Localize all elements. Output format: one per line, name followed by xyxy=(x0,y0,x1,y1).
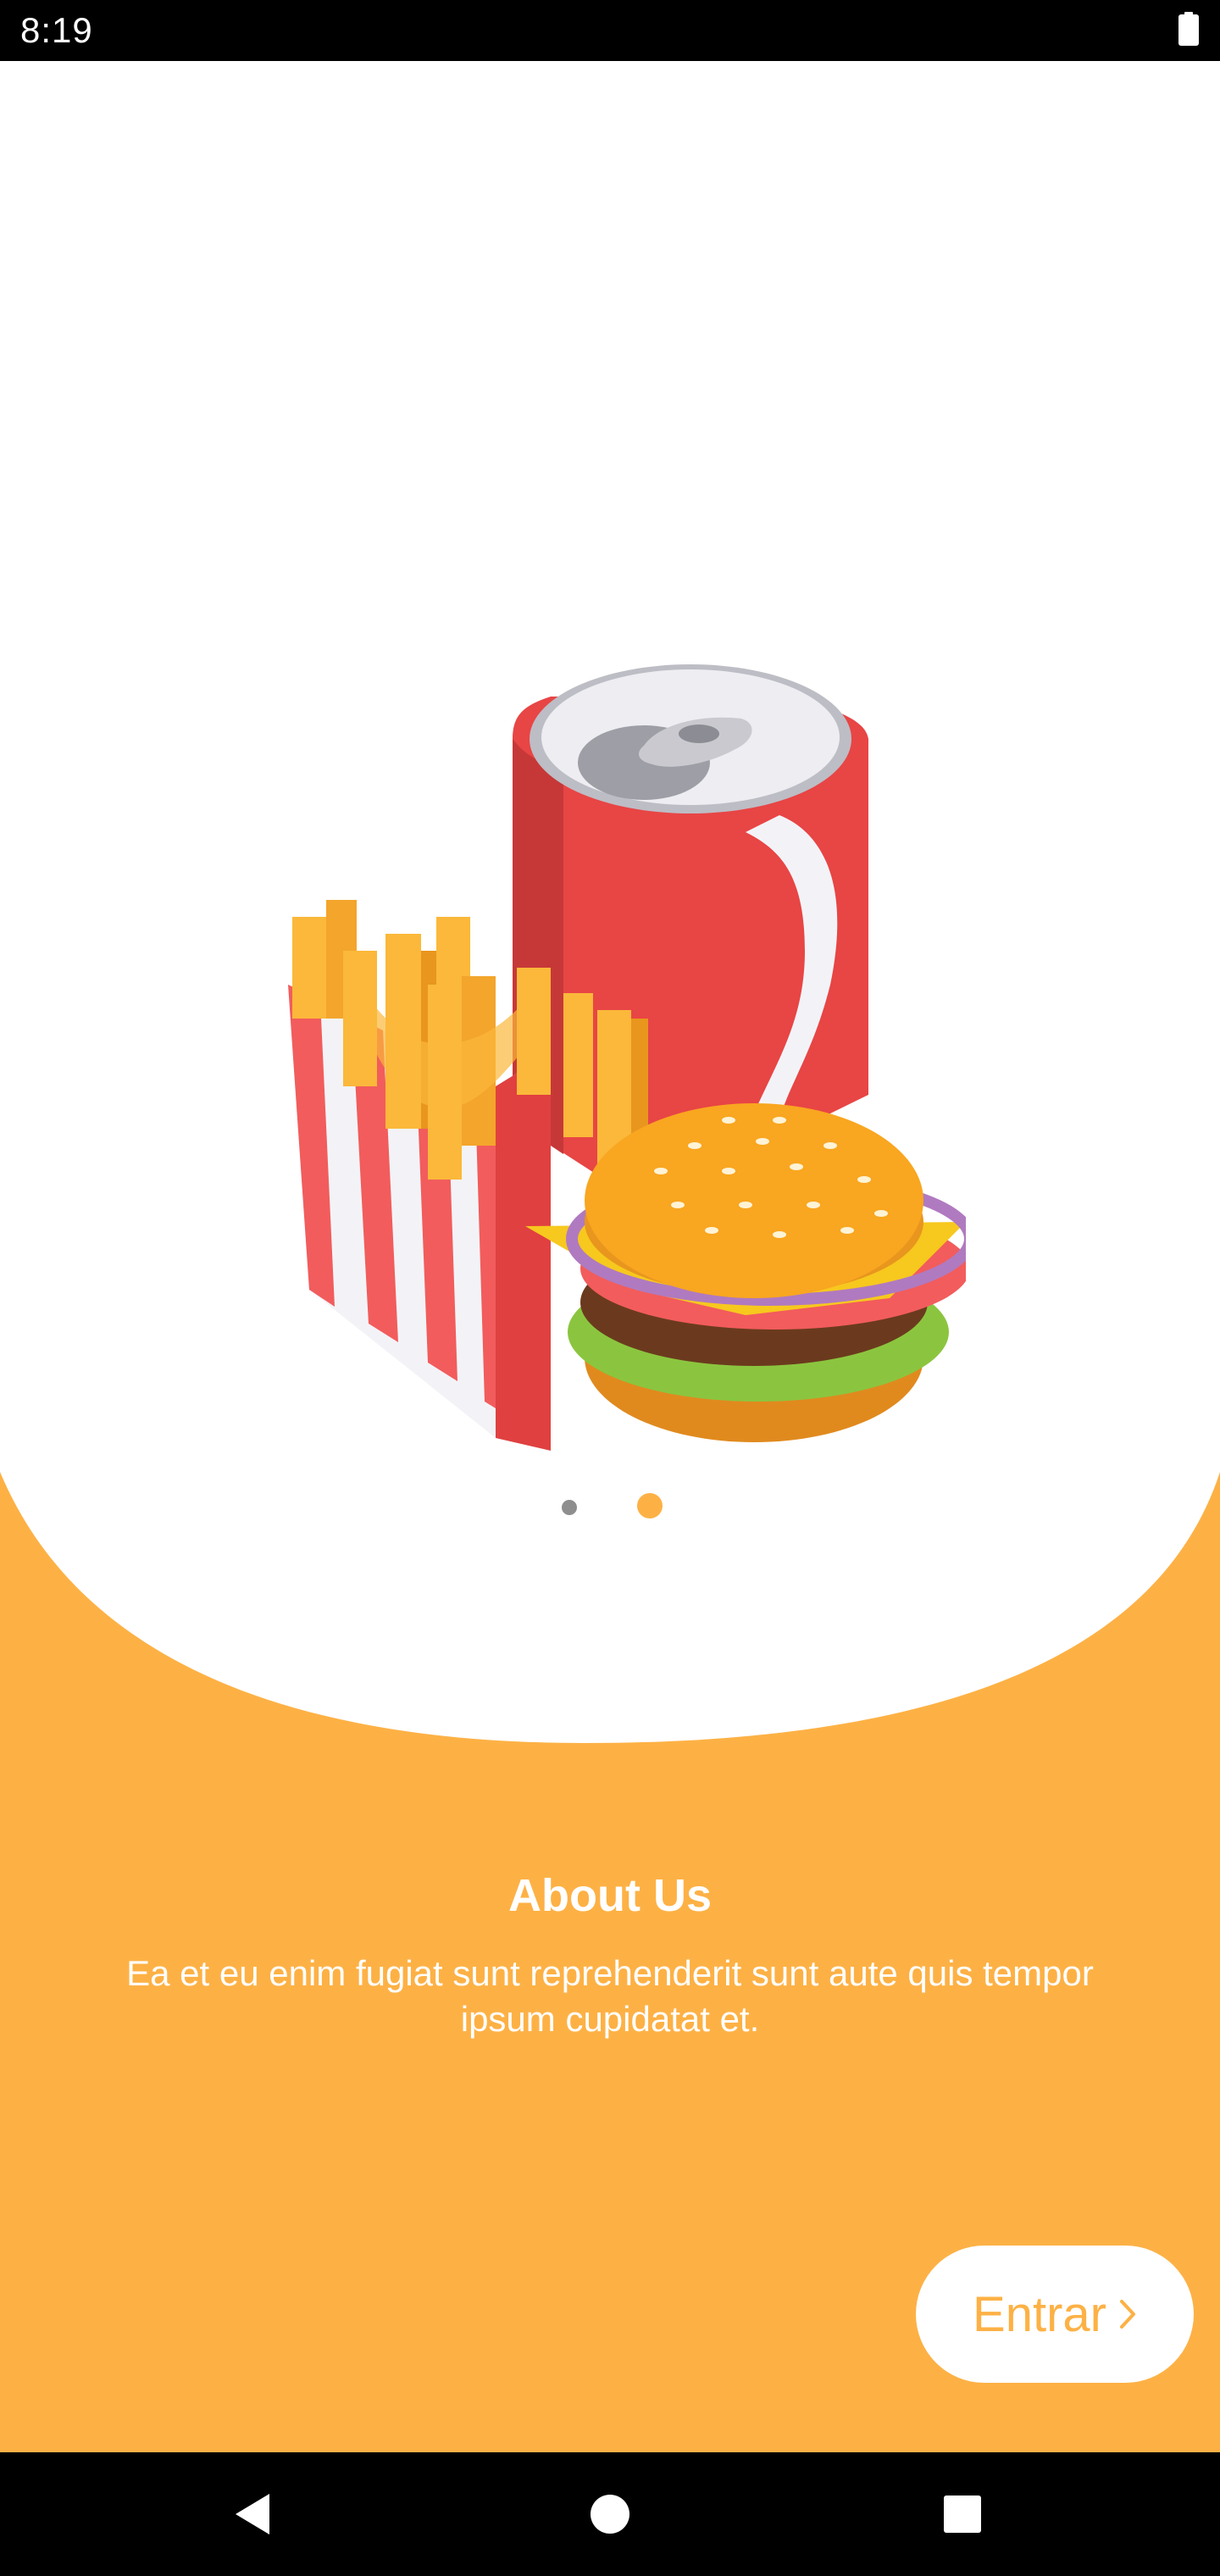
page-indicator-dot-2-active[interactable] xyxy=(637,1493,663,1518)
recents-square-icon xyxy=(944,2496,981,2533)
enter-button[interactable]: Entrar xyxy=(916,2246,1194,2383)
system-navigation-bar xyxy=(0,2452,1220,2576)
page-indicator-dot-1[interactable] xyxy=(562,1500,577,1515)
onboarding-description: Ea et eu enim fugiat sunt reprehenderit … xyxy=(126,1953,1094,2039)
status-bar: 8:19 xyxy=(0,0,1220,61)
fast-food-illustration xyxy=(288,664,966,1451)
enter-button-label: Entrar xyxy=(973,2286,1106,2342)
battery-full-icon xyxy=(1178,12,1199,46)
back-triangle-icon xyxy=(236,2494,269,2534)
home-circle-icon xyxy=(591,2495,629,2534)
onboarding-title: About Us xyxy=(508,1870,712,1921)
nav-recents-button[interactable] xyxy=(895,2452,1030,2576)
chevron-right-icon xyxy=(1119,2300,1135,2329)
onboarding-screen: About Us Ea et eu enim fugiat sunt repre… xyxy=(0,61,1220,2452)
nav-home-button[interactable] xyxy=(542,2452,678,2576)
nav-back-button[interactable] xyxy=(185,2452,320,2576)
status-time: 8:19 xyxy=(20,10,93,50)
